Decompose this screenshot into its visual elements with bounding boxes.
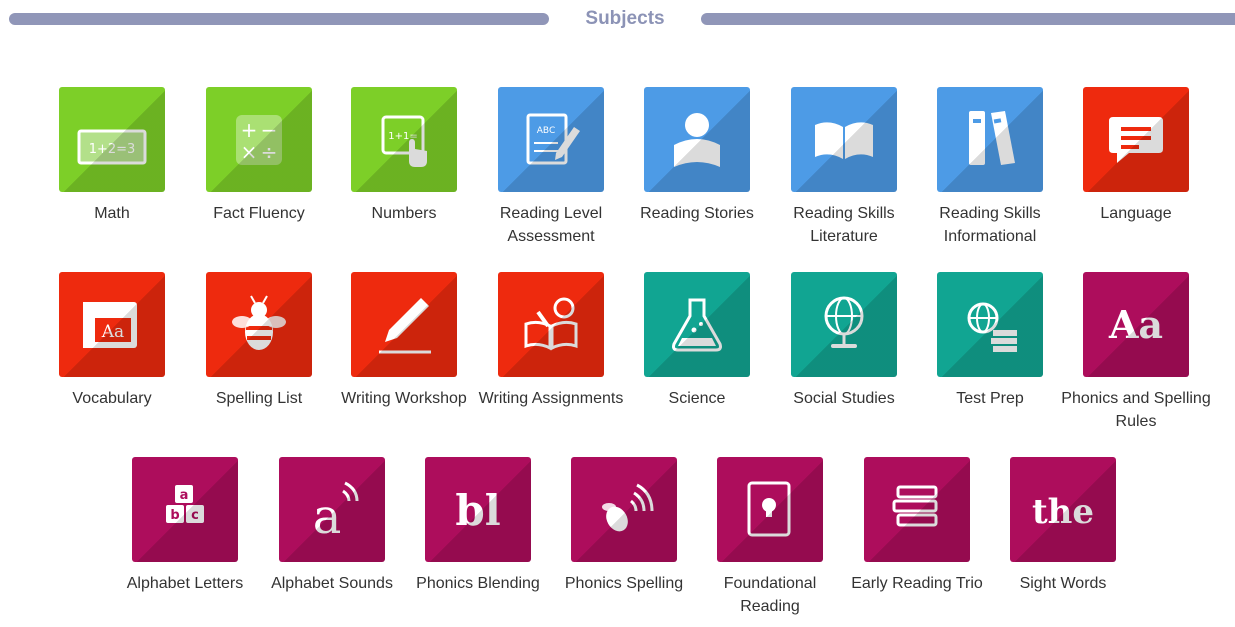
- subject-label: Early Reading Trio: [851, 575, 983, 592]
- flask-icon: [644, 272, 750, 377]
- svg-text:Aa: Aa: [101, 322, 124, 342]
- subject-tile-spelling-list[interactable]: Spelling List: [199, 272, 319, 442]
- svg-text:×: ×: [241, 140, 258, 164]
- subject-tile-social-studies[interactable]: Social Studies: [784, 272, 904, 442]
- subject-tile-phonics-blending[interactable]: bl Phonics Blending: [416, 457, 540, 627]
- subject-tile-writing-assignments[interactable]: Writing Assignments: [479, 272, 623, 442]
- open-book-icon: [791, 87, 897, 192]
- svg-text:ABC: ABC: [537, 126, 555, 136]
- block-letter: c: [191, 508, 199, 523]
- subject-label: Fact Fluency: [213, 205, 305, 222]
- subject-label: Reading Level Assessment: [499, 205, 603, 245]
- calculator-icon: + − × ÷: [206, 87, 312, 192]
- glyph-text: the: [1032, 492, 1094, 532]
- subject-tile-reading-stories[interactable]: Reading Stories: [637, 87, 757, 257]
- bee-icon: [206, 272, 312, 377]
- chalkboard-icon: 1+2=3: [59, 87, 165, 192]
- subject-tile-reading-skills-informational[interactable]: Reading Skills Informational: [930, 87, 1050, 257]
- subject-tile-fact-fluency[interactable]: + − × ÷ Fact Fluency: [199, 87, 319, 257]
- pencil-icon: [351, 272, 457, 377]
- subject-grid: 1+2=3 Math + − × ÷ Fact Fluency 1+1= Num…: [0, 0, 1235, 619]
- subject-label: Phonics Spelling: [564, 575, 684, 592]
- subject-label: Math: [94, 205, 130, 222]
- subject-tile-test-prep[interactable]: Test Prep: [930, 272, 1050, 442]
- block-letter: a: [180, 488, 189, 503]
- subject-tile-reading-skills-literature[interactable]: Reading Skills Literature: [784, 87, 904, 257]
- subject-label: Writing Assignments: [478, 390, 624, 407]
- glyph-text: Aa: [1108, 302, 1163, 347]
- letter-a-sound-icon: a: [279, 457, 385, 562]
- subject-tile-science[interactable]: Science: [637, 272, 757, 442]
- subject-tile-language[interactable]: Language: [1076, 87, 1196, 257]
- binders-icon: [937, 87, 1043, 192]
- subject-label: Reading Skills Literature: [793, 205, 895, 245]
- subject-tile-reading-level-assessment[interactable]: ABC Reading Level Assessment: [491, 87, 611, 257]
- subject-label: Alphabet Sounds: [271, 575, 393, 592]
- subject-label: Numbers: [371, 205, 437, 222]
- subject-tile-vocabulary[interactable]: Aa Vocabulary: [52, 272, 172, 442]
- subject-label: Phonics and Spelling Rules: [1061, 390, 1211, 430]
- notebook-pencil-icon: ABC: [498, 87, 604, 192]
- bee-sound-icon: [571, 457, 677, 562]
- book-writing-icon: [498, 272, 604, 377]
- bl-letters-icon: bl: [425, 457, 531, 562]
- the-word-icon: the: [1010, 457, 1116, 562]
- subject-tile-phonics-and-spelling-rules[interactable]: Aa Phonics and Spelling Rules: [1061, 272, 1211, 442]
- subject-tile-sight-words[interactable]: the Sight Words: [1003, 457, 1123, 627]
- svg-text:+: +: [241, 118, 258, 142]
- aa-letters-icon: Aa: [1083, 272, 1189, 377]
- block-letter: b: [170, 508, 179, 523]
- subject-label: Reading Skills Informational: [939, 205, 1041, 245]
- subject-label: Test Prep: [956, 390, 1024, 407]
- subject-label: Language: [1100, 205, 1172, 222]
- subject-tile-math[interactable]: 1+2=3 Math: [52, 87, 172, 257]
- subject-label: Spelling List: [215, 390, 303, 407]
- subject-label: Science: [668, 390, 726, 407]
- subject-tile-writing-workshop[interactable]: Writing Workshop: [341, 272, 467, 442]
- subject-tile-early-reading-trio[interactable]: Early Reading Trio: [851, 457, 983, 627]
- globe-icon: [791, 272, 897, 377]
- glyph-text: a: [313, 489, 342, 545]
- subject-label: Reading Stories: [640, 205, 754, 222]
- speech-bubble-icon: [1083, 87, 1189, 192]
- subject-tile-alphabet-letters[interactable]: a b c Alphabet Letters: [125, 457, 245, 627]
- letter-blocks-icon: a b c: [132, 457, 238, 562]
- subject-tile-numbers[interactable]: 1+1= Numbers: [344, 87, 464, 257]
- subject-label: Social Studies: [793, 390, 895, 407]
- glyph-text: bl: [455, 486, 500, 535]
- subject-tile-alphabet-sounds[interactable]: a Alphabet Sounds: [271, 457, 393, 627]
- subject-label: Sight Words: [1019, 575, 1107, 592]
- subject-tile-phonics-spelling[interactable]: Phonics Spelling: [564, 457, 684, 627]
- person-reading-icon: [644, 87, 750, 192]
- svg-text:1+2=3: 1+2=3: [89, 142, 136, 157]
- touch-board-icon: 1+1=: [351, 87, 457, 192]
- subject-label: Alphabet Letters: [126, 575, 244, 592]
- subject-label: Vocabulary: [72, 390, 152, 407]
- globe-books-icon: [937, 272, 1043, 377]
- subject-tile-foundational-reading[interactable]: Foundational Reading: [710, 457, 830, 627]
- subject-label: Phonics Blending: [416, 575, 540, 592]
- subject-label: Foundational Reading: [723, 575, 817, 615]
- svg-text:÷: ÷: [261, 140, 278, 164]
- lightbulb-book-icon: [717, 457, 823, 562]
- book-stack-icon: [864, 457, 970, 562]
- svg-text:−: −: [261, 118, 278, 142]
- subject-label: Writing Workshop: [341, 390, 467, 407]
- dictionary-icon: Aa: [59, 272, 165, 377]
